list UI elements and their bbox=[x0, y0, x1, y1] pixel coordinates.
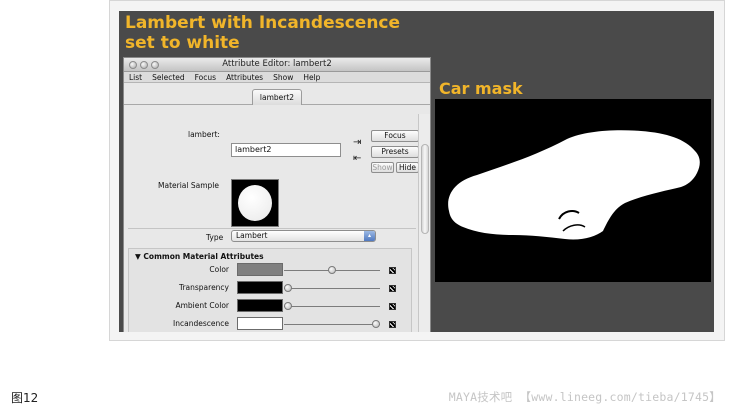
type-label: Type bbox=[206, 233, 224, 242]
watermark: MAYA技术吧 【www.lineeg.com/tieba/1745】 bbox=[448, 390, 721, 404]
map-button-icon[interactable] bbox=[389, 267, 396, 274]
divider bbox=[128, 228, 416, 229]
focus-button[interactable]: Focus bbox=[371, 130, 419, 142]
heading-car-mask: Car mask bbox=[439, 79, 523, 98]
scrollbar-thumb[interactable] bbox=[421, 144, 429, 234]
menu-selected[interactable]: Selected bbox=[147, 72, 190, 82]
menu-bar: List Selected Focus Attributes Show Help bbox=[124, 72, 430, 83]
car-silhouette bbox=[448, 130, 700, 240]
node-name-field[interactable]: lambert2 bbox=[231, 143, 341, 157]
attr-slider-incandescence[interactable] bbox=[284, 324, 380, 325]
car-mask-image bbox=[435, 99, 711, 282]
dropdown-arrows-icon: ▴ bbox=[364, 231, 375, 241]
map-button-icon[interactable] bbox=[389, 285, 396, 292]
figure-caption: 图12 bbox=[11, 391, 39, 405]
attr-label-color: Color bbox=[209, 265, 229, 274]
node-name-label: lambert: bbox=[188, 130, 220, 139]
window-titlebar: Attribute Editor: lambert2 bbox=[124, 58, 430, 72]
attr-slider-transparency[interactable] bbox=[284, 288, 380, 289]
attr-label-ambient-color: Ambient Color bbox=[175, 301, 229, 310]
material-sample-swatch bbox=[231, 179, 279, 227]
vertical-scrollbar[interactable] bbox=[418, 114, 430, 332]
menu-focus[interactable]: Focus bbox=[190, 72, 221, 82]
attr-slider-knob-color[interactable] bbox=[328, 266, 336, 274]
attr-slider-knob-transparency[interactable] bbox=[284, 284, 292, 292]
collapse-triangle-icon[interactable]: ▼ bbox=[135, 252, 141, 261]
type-dropdown[interactable]: Lambert ▴ bbox=[231, 230, 376, 242]
attr-label-transparency: Transparency bbox=[178, 283, 229, 292]
attr-slider-ambient-color[interactable] bbox=[284, 306, 380, 307]
attr-swatch-color[interactable] bbox=[237, 263, 283, 276]
window-title: Attribute Editor: lambert2 bbox=[222, 59, 332, 69]
material-sample-sphere bbox=[238, 185, 272, 221]
attr-swatch-ambient-color[interactable] bbox=[237, 299, 283, 312]
attribute-editor-window: Attribute Editor: lambert2 List Selected… bbox=[123, 57, 431, 332]
section-title-label: Common Material Attributes bbox=[143, 252, 264, 261]
car-body-shape bbox=[448, 130, 700, 240]
heading-lambert: Lambert with Incandescence set to white bbox=[125, 13, 401, 53]
tab-row: lambert2 bbox=[124, 83, 430, 105]
output-connection-icon[interactable]: ⇤ bbox=[353, 154, 361, 164]
material-sample-label: Material Sample bbox=[158, 181, 219, 190]
attr-slider-knob-ambient-color[interactable] bbox=[284, 302, 292, 310]
attr-swatch-transparency[interactable] bbox=[237, 281, 283, 294]
tab-lambert2[interactable]: lambert2 bbox=[252, 89, 302, 105]
attr-label-incandescence: Incandescence bbox=[173, 319, 229, 328]
menu-show[interactable]: Show bbox=[268, 72, 298, 82]
menu-list[interactable]: List bbox=[124, 72, 147, 82]
map-button-icon[interactable] bbox=[389, 303, 396, 310]
menu-attributes[interactable]: Attributes bbox=[221, 72, 268, 82]
menu-help[interactable]: Help bbox=[298, 72, 325, 82]
common-material-attributes-section: ▼ Common Material Attributes Color Trans… bbox=[128, 248, 412, 332]
section-title[interactable]: ▼ Common Material Attributes bbox=[135, 252, 264, 261]
attr-swatch-incandescence[interactable] bbox=[237, 317, 283, 330]
input-connection-icon[interactable]: ⇥ bbox=[353, 138, 361, 148]
presets-button[interactable]: Presets bbox=[371, 146, 419, 158]
attr-slider-knob-incandescence[interactable] bbox=[372, 320, 380, 328]
page: Lambert with Incandescence set to white … bbox=[0, 0, 750, 415]
show-button[interactable]: Show bbox=[371, 162, 394, 173]
hide-button[interactable]: Hide bbox=[396, 162, 419, 173]
map-button-icon[interactable] bbox=[389, 321, 396, 328]
figure-panel: Lambert with Incandescence set to white … bbox=[119, 11, 714, 332]
type-dropdown-value: Lambert bbox=[236, 231, 268, 240]
